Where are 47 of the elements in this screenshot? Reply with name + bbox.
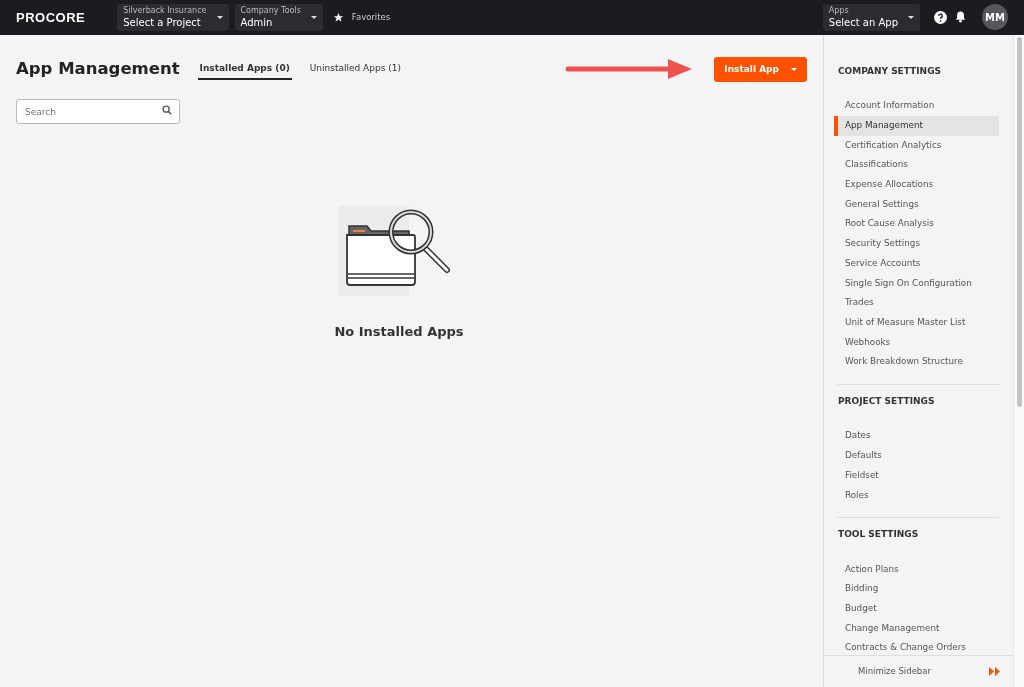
sidebar-item[interactable]: Classifications <box>834 155 999 176</box>
page-title: App Management <box>16 59 180 80</box>
sidebar-item[interactable]: Service Accounts <box>834 253 999 274</box>
sidebar-item[interactable]: Account Information <box>834 96 999 116</box>
caret-icon <box>908 15 914 19</box>
sidebar-item[interactable]: Work Breakdown Structure <box>834 352 999 372</box>
double-chevron-icon[interactable] <box>989 667 1001 676</box>
section-heading: TOOL SETTINGS <box>838 528 920 542</box>
sidebar-item[interactable]: Change Management <box>834 618 999 639</box>
star-icon[interactable] <box>332 11 344 23</box>
tab[interactable]: Installed Apps (0) <box>197 58 292 81</box>
sidebar-item[interactable]: Root Cause Analysis <box>834 214 999 235</box>
search-field[interactable]: Search <box>16 99 180 125</box>
sidebar-item[interactable]: General Settings <box>834 194 999 215</box>
sidebar-item[interactable]: Dates <box>834 426 999 447</box>
logo[interactable]: PROCORE <box>16 7 86 28</box>
sidebar-item[interactable]: Webhooks <box>834 332 999 353</box>
scrollbar-thumb[interactable] <box>1017 36 1022 407</box>
sidebar-item[interactable]: Expense Allocations <box>834 175 999 195</box>
sidebar-item[interactable]: Trades <box>834 293 999 313</box>
sidebar-item[interactable]: Unit of Measure Master List <box>834 312 999 333</box>
sidebar-item[interactable]: Defaults <box>834 446 999 466</box>
caret-icon <box>216 15 223 19</box>
bell-icon[interactable] <box>955 11 966 24</box>
tool-picker[interactable]: Company Tools Admin <box>234 3 323 31</box>
sidebar-item[interactable]: Security Settings <box>834 234 999 254</box>
sidebar-item[interactable]: Budget <box>834 599 999 619</box>
section-heading: PROJECT SETTINGS <box>838 394 936 408</box>
sidebar-item[interactable]: Certification Analytics <box>834 135 999 156</box>
caret-icon <box>791 67 797 71</box>
empty-state-message: No Installed Apps <box>334 322 464 341</box>
sidebar-item[interactable]: App Management <box>834 116 999 136</box>
help-icon[interactable] <box>934 10 947 24</box>
sidebar-item[interactable]: Single Sign On Configuration <box>834 273 999 294</box>
project-picker[interactable]: Silverback Insurance Select a Project <box>117 3 229 31</box>
sidebar-item[interactable]: Contracts & Change Orders <box>834 638 999 655</box>
search-icon[interactable] <box>162 105 172 116</box>
sidebar-item[interactable]: Roles <box>834 485 999 506</box>
tab[interactable]: Uninstalled Apps (1) <box>307 58 403 81</box>
avatar[interactable]: MM <box>982 4 1008 31</box>
sidebar-item[interactable]: Fieldset <box>834 465 999 486</box>
favorites-link[interactable]: Favorites <box>351 11 391 24</box>
caret-icon <box>310 15 317 19</box>
section-heading: COMPANY SETTINGS <box>838 64 942 78</box>
apps-picker[interactable]: Apps Select an App <box>822 3 920 31</box>
sidebar-item[interactable]: Bidding <box>834 579 999 600</box>
sidebar-item[interactable]: Action Plans <box>834 559 999 580</box>
